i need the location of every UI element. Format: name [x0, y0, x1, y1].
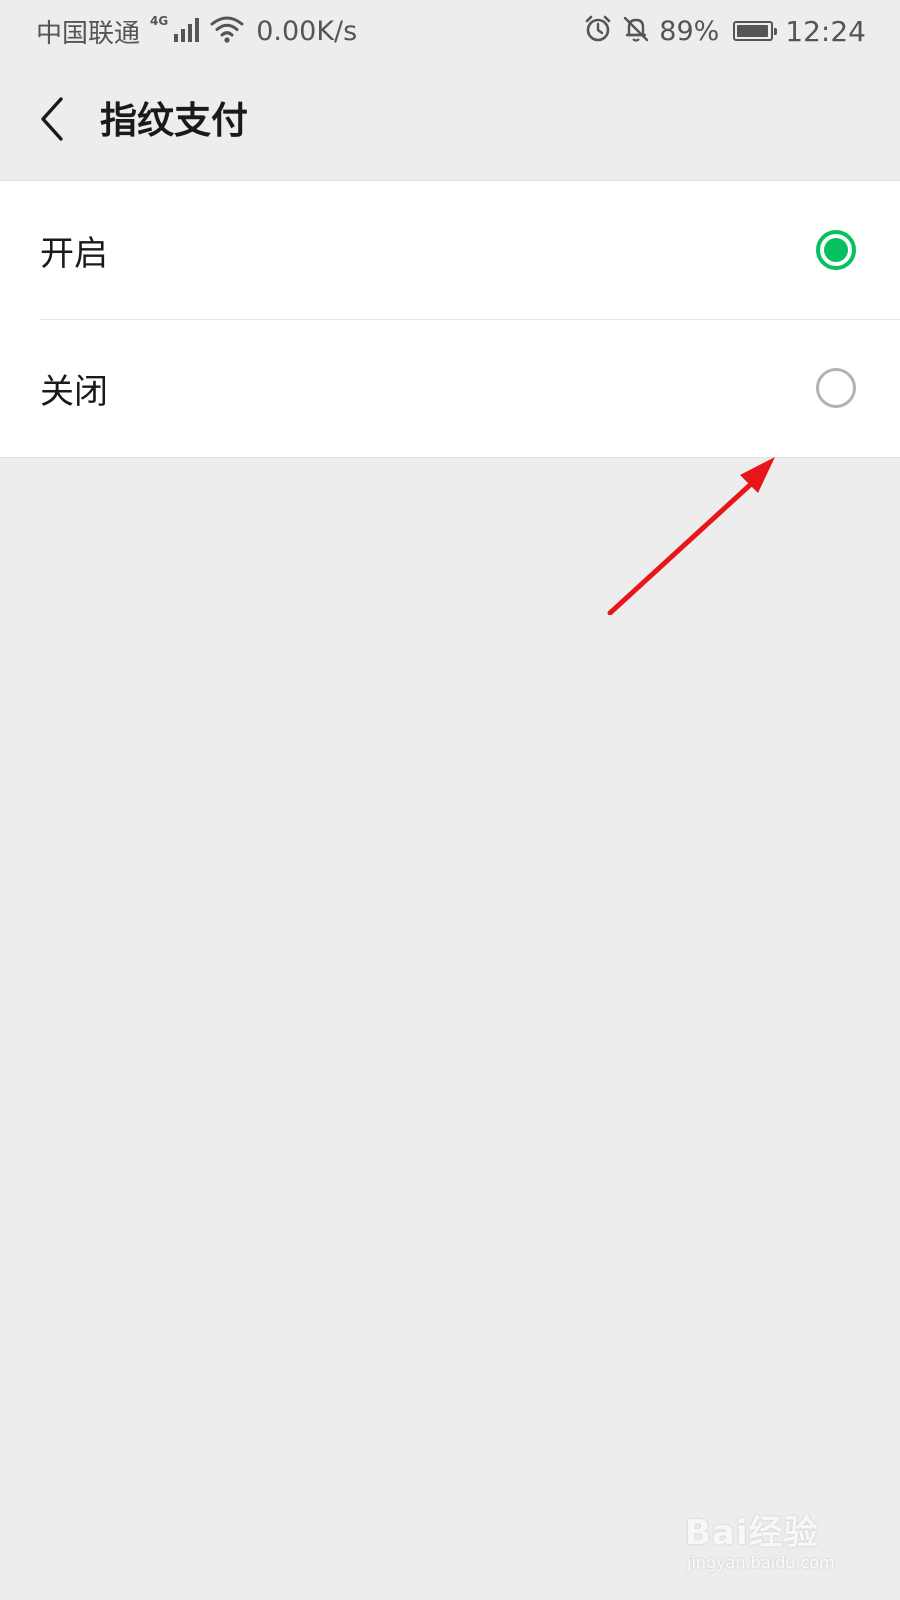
page-title: 指纹支付 [100, 99, 248, 142]
option-list: 开启 关闭 [0, 180, 900, 458]
carrier-name: 中国联通 [36, 18, 141, 49]
option-enable-label: 开启 [40, 233, 108, 274]
battery-icon [733, 21, 778, 41]
radio-enable[interactable] [816, 230, 856, 270]
annotation-arrow [607, 457, 775, 615]
chevron-left-icon [37, 96, 67, 146]
battery-percent: 89% [659, 15, 720, 47]
alarm-icon [583, 14, 613, 48]
radio-selected-dot [824, 238, 848, 262]
network-type: 4G [150, 14, 169, 28]
wifi-icon [210, 15, 244, 47]
radio-disable[interactable] [816, 368, 856, 408]
watermark: Bai经验 jingyan.baidu.com [685, 1505, 865, 1580]
network-speed: 0.00K/s [256, 15, 358, 47]
watermark-logo: Bai经验 [685, 1513, 819, 1553]
clock-time: 12:24 [785, 14, 866, 48]
mute-icon [621, 14, 651, 48]
navigation-header: 指纹支付 [0, 62, 900, 180]
option-disable-label: 关闭 [40, 371, 108, 412]
status-right: 89% 12:24 [583, 12, 866, 50]
watermark-url: jingyan.baidu.com [687, 1553, 835, 1572]
status-bar: 中国联通 4G 0.00K/s 89% 12:24 [0, 0, 900, 62]
back-button[interactable] [22, 86, 82, 156]
option-enable[interactable]: 开启 [0, 181, 900, 319]
status-left: 中国联通 4G 0.00K/s [36, 12, 357, 50]
signal-icon [174, 16, 204, 46]
option-disable[interactable]: 关闭 [0, 319, 900, 457]
